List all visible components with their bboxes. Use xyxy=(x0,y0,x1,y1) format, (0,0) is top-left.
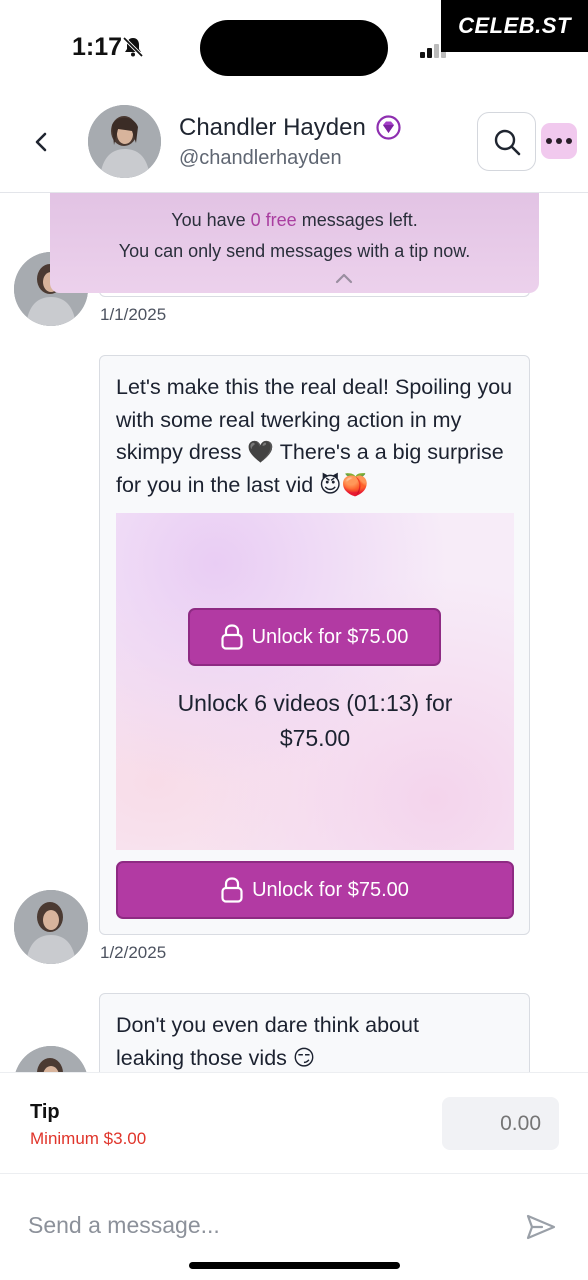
unlock-button-label: Unlock for $75.00 xyxy=(252,878,409,901)
chat-header: Chandler Hayden @chandlerhayden xyxy=(0,96,588,193)
unlock-message-button[interactable]: Unlock for $75.00 xyxy=(116,861,514,919)
tip-amount-input[interactable] xyxy=(442,1097,559,1150)
message-text: Let's make this the real deal! Spoiling … xyxy=(116,375,513,497)
celeb-st-watermark: CELEB.ST xyxy=(441,0,588,52)
status-time: 1:17 xyxy=(72,33,123,61)
free-messages-banner: You have 0 free messages left. You can o… xyxy=(50,193,539,293)
free-count: 0 free xyxy=(250,210,297,230)
tip-label: Tip xyxy=(30,1101,60,1123)
message-date: 1/1/2025 xyxy=(100,305,167,324)
search-button[interactable] xyxy=(477,112,536,171)
tip-section: Tip Minimum $3.00 xyxy=(0,1072,588,1174)
contact-name: Chandler Hayden xyxy=(179,114,366,141)
chevron-up-icon[interactable] xyxy=(334,272,354,284)
free-messages-count-text: You have 0 free messages left. xyxy=(171,210,418,230)
sender-avatar[interactable] xyxy=(14,890,88,964)
message-input[interactable] xyxy=(28,1205,498,1245)
verified-gem-icon xyxy=(376,115,401,140)
message-bubble: Let's make this the real deal! Spoiling … xyxy=(99,355,530,935)
unlock-caption: Unlock 6 videos (01:13) for $75.00 xyxy=(177,690,453,751)
lock-icon xyxy=(221,877,243,903)
locked-media-preview[interactable]: Unlock for $75.00 Unlock 6 videos (01:13… xyxy=(116,513,514,850)
home-indicator xyxy=(189,1262,400,1269)
message-text: Don't you even dare think about leaking … xyxy=(116,1013,419,1070)
search-icon xyxy=(494,129,521,156)
more-dots-icon xyxy=(546,138,572,144)
tip-minimum: Minimum $3.00 xyxy=(30,1129,147,1148)
send-icon[interactable] xyxy=(526,1214,556,1240)
lock-icon xyxy=(221,624,243,650)
back-chevron-icon[interactable] xyxy=(28,126,54,158)
message-date: 1/2/2025 xyxy=(100,943,167,962)
message-composer xyxy=(0,1175,588,1280)
message-bubble: Don't you even dare think about leaking … xyxy=(99,993,530,1072)
dynamic-island xyxy=(200,20,388,76)
bell-slash-icon xyxy=(122,36,144,58)
chat-area[interactable]: You have 0 free messages left. You can o… xyxy=(0,193,588,1072)
sender-avatar[interactable] xyxy=(14,1046,88,1072)
status-bar: 1:17 CELEB.ST xyxy=(0,0,588,96)
unlock-button-label: Unlock for $75.00 xyxy=(251,625,409,648)
more-options-button[interactable] xyxy=(541,123,577,159)
contact-handle: @chandlerhayden xyxy=(179,147,342,169)
header-avatar[interactable] xyxy=(88,105,161,178)
tip-required-text: You can only send messages with a tip no… xyxy=(118,241,471,261)
unlock-media-button[interactable]: Unlock for $75.00 xyxy=(188,608,441,666)
